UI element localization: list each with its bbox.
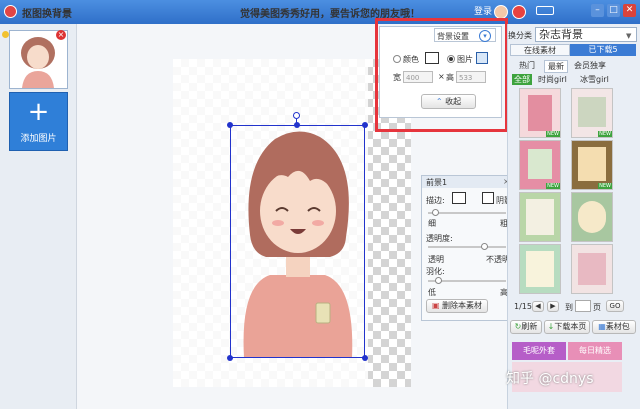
goto-label: 到 — [565, 303, 573, 312]
category-select[interactable]: 杂志背景 — [535, 27, 637, 42]
opacity-min-label: 透明 — [428, 255, 444, 264]
material-tile[interactable]: NEW — [519, 88, 561, 138]
feedback-icon[interactable] — [536, 6, 554, 15]
banner-daily-picks[interactable]: 每日精选 — [568, 342, 622, 360]
thumbnail-close-icon[interactable]: × — [56, 30, 66, 40]
add-image-label: 添加图片 — [20, 134, 57, 144]
refresh-button[interactable]: ↻刷新 — [510, 320, 542, 334]
stroke-label: 描边: — [426, 196, 445, 205]
add-image-button[interactable]: + 添加图片 — [9, 92, 68, 151]
delete-material-button[interactable]: ▣ 删除本素材 — [426, 299, 488, 313]
go-button[interactable]: GO — [606, 300, 624, 312]
page-indicator: 1/15 — [514, 302, 532, 311]
material-tile[interactable] — [519, 192, 561, 242]
material-tile[interactable]: NEW — [571, 140, 613, 190]
stroke-color-swatch[interactable] — [452, 192, 466, 204]
feather-label: 羽化: — [426, 267, 445, 276]
material-tile[interactable] — [519, 244, 561, 294]
selection-box[interactable] — [230, 125, 365, 358]
sort-hot[interactable]: 热门 — [519, 60, 535, 71]
banner-wool-coat[interactable]: 毛呢外套 — [512, 342, 566, 360]
weibo-icon[interactable] — [512, 5, 526, 19]
new-badge: NEW — [598, 183, 612, 189]
new-badge: NEW — [546, 131, 560, 137]
new-badge: NEW — [598, 131, 612, 137]
maximize-icon[interactable]: □ — [607, 4, 620, 17]
opacity-label: 透明度: — [426, 234, 453, 243]
opacity-slider-track[interactable] — [428, 246, 506, 248]
app-logo-icon — [4, 5, 17, 18]
material-tile[interactable]: NEW — [571, 88, 613, 138]
download-page-label: 下载本页 — [554, 322, 587, 331]
material-tile[interactable]: NEW — [519, 140, 561, 190]
login-link[interactable]: 登录 — [474, 4, 492, 17]
sort-latest[interactable]: 最新 — [544, 60, 568, 73]
foreground-title: 前景1 — [426, 178, 448, 187]
shadow-checkbox[interactable] — [482, 192, 494, 204]
material-pack-label: 素材包 — [605, 322, 630, 331]
trash-icon: ▣ — [431, 301, 440, 310]
material-tile[interactable] — [571, 244, 613, 294]
tab-online-material[interactable]: 在线素材 — [510, 44, 570, 56]
sort-vip[interactable]: 会员独享 — [574, 60, 606, 71]
download-page-button[interactable]: ↓下载本页 — [544, 320, 590, 334]
user-avatar-icon[interactable] — [494, 5, 508, 19]
highlight-annotation — [375, 18, 508, 132]
refresh-label: 刷新 — [521, 322, 538, 331]
stroke-slider-track[interactable] — [428, 212, 506, 214]
feather-low-label: 低 — [428, 288, 436, 297]
new-badge: NEW — [546, 183, 560, 189]
stroke-slider-knob[interactable] — [431, 209, 439, 216]
thin-label: 细 — [428, 219, 436, 228]
resize-handle-bottom-right[interactable] — [362, 355, 368, 361]
page-input[interactable] — [575, 300, 591, 312]
chevron-down-icon[interactable]: ▼ — [626, 32, 631, 40]
rotate-handle-icon[interactable] — [293, 112, 300, 119]
resize-handle-top-left[interactable] — [227, 122, 233, 128]
material-pack-button[interactable]: ▦素材包 — [592, 320, 636, 334]
filter-fashion-girl[interactable]: 时尚girl — [538, 74, 567, 85]
resize-handle-bottom-left[interactable] — [227, 355, 233, 361]
page-suffix-label: 页 — [593, 303, 601, 312]
tab-downloaded[interactable]: 已下载5 — [570, 44, 636, 56]
plus-icon: + — [27, 97, 50, 127]
app-title: 抠图换背景 — [22, 9, 72, 20]
next-page-icon[interactable]: ▶ — [547, 301, 559, 312]
window-controls: – □ ✕ — [588, 4, 636, 17]
thumbnail-marker-icon — [2, 31, 9, 38]
package-icon: ▦ — [598, 322, 606, 331]
resize-handle-top-right[interactable] — [362, 122, 368, 128]
prev-page-icon[interactable]: ◀ — [532, 301, 544, 312]
resize-handle-top[interactable] — [294, 122, 300, 128]
rotate-handle-line — [296, 119, 297, 125]
filter-all[interactable]: 全部 — [512, 74, 532, 85]
minimize-icon[interactable]: – — [591, 4, 604, 17]
close-icon[interactable]: ✕ — [623, 4, 636, 17]
delete-material-label: 删除本素材 — [442, 301, 483, 310]
material-tile[interactable] — [571, 192, 613, 242]
filter-ice-girl[interactable]: 冰雪girl — [580, 74, 609, 85]
watermark: 知乎 @cdnys — [506, 371, 594, 387]
change-category-label[interactable]: 换分类 — [508, 30, 532, 41]
